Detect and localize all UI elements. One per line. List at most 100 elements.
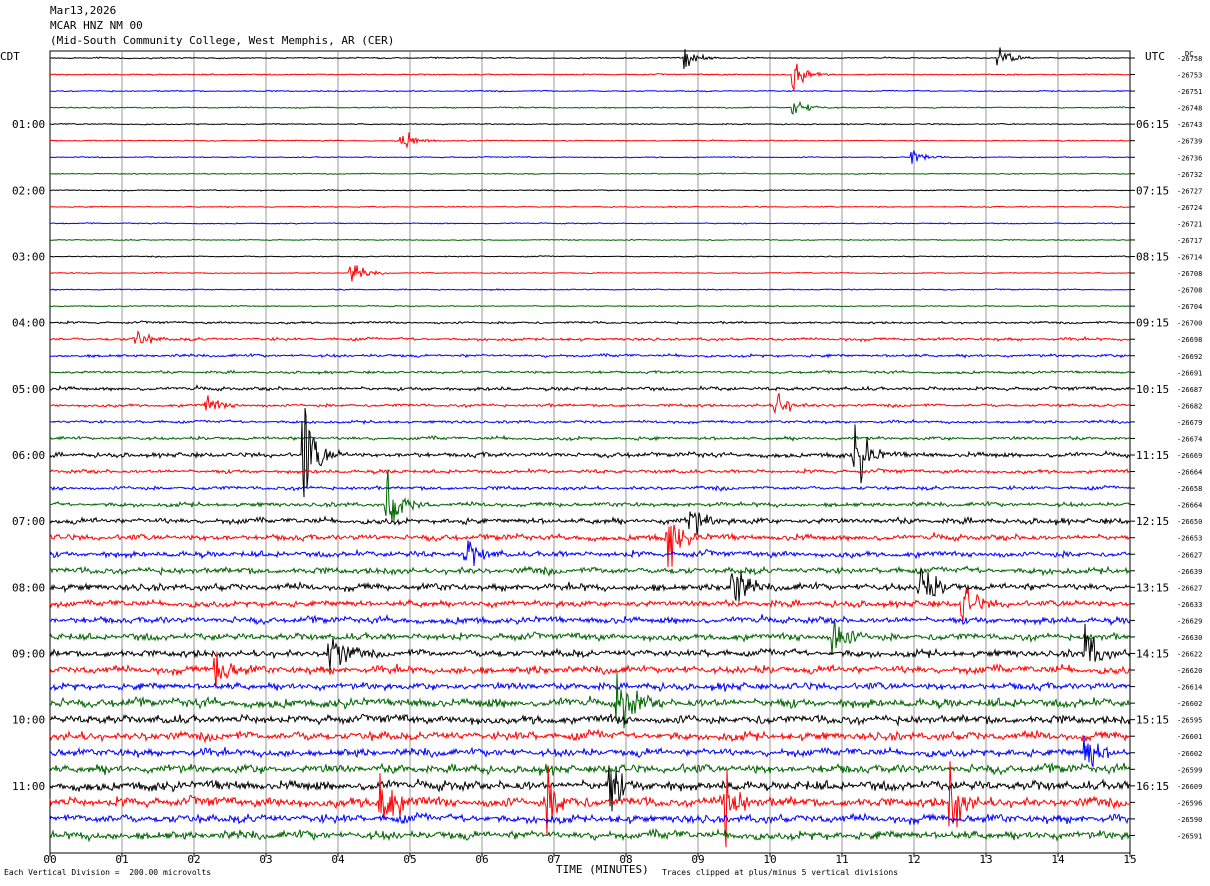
seismic-trace <box>49 63 1131 92</box>
seismic-trace <box>49 172 1131 176</box>
left-hour-label: 10:00 <box>12 714 45 727</box>
seismic-trace <box>49 587 1131 622</box>
seismic-trace <box>49 622 1131 655</box>
seismic-trace <box>49 122 1131 126</box>
left-hour-label: 08:00 <box>12 581 45 594</box>
seismic-trace <box>49 89 1131 93</box>
seismic-trace <box>49 467 1131 475</box>
dc-offset-label: -26630 <box>1177 634 1202 642</box>
seismic-trace <box>49 384 1130 392</box>
seismic-trace <box>49 238 1131 242</box>
x-tick-label: 00 <box>43 853 56 866</box>
seismic-trace <box>49 728 1131 744</box>
x-tick-label: 01 <box>115 853 128 866</box>
dc-offset-label: -26620 <box>1177 667 1202 675</box>
x-tick-label: 05 <box>403 853 416 866</box>
left-hour-label: 02:00 <box>12 184 45 197</box>
dc-offset-label: -26650 <box>1177 518 1202 526</box>
dc-offset-label: -26691 <box>1177 369 1202 377</box>
x-tick-label: 15 <box>1123 853 1136 866</box>
dc-offset-label: -26751 <box>1177 88 1202 96</box>
dc-offset-label: -26629 <box>1177 617 1202 625</box>
dc-offset-label: -26753 <box>1177 72 1202 80</box>
right-hour-label: 15:15 <box>1136 714 1169 727</box>
seismic-trace <box>49 811 1131 825</box>
left-hour-label: 05:00 <box>12 383 45 396</box>
seismic-trace <box>49 100 1131 115</box>
seismic-trace <box>49 304 1130 308</box>
seismic-trace <box>49 469 1131 522</box>
right-hour-label: 13:15 <box>1136 581 1169 594</box>
dc-offset-label: -26700 <box>1177 320 1202 328</box>
helicorder-plot: 00 01 02 03 04 05 06 07 08 09 10 11 12 13 14 15-26758-2… <box>12 47 1202 866</box>
dc-offset-label: -26627 <box>1177 551 1202 559</box>
seismic-trace <box>49 827 1131 843</box>
dc-offset-label: -26622 <box>1177 651 1202 659</box>
x-axis-title: TIME (MINUTES) <box>556 863 649 876</box>
dc-offset-label: -26732 <box>1177 171 1202 179</box>
seismic-trace <box>49 434 1131 443</box>
dc-offset-label: -26591 <box>1177 832 1202 840</box>
left-hour-label: 09:00 <box>12 648 45 661</box>
dc-offset-label: -26614 <box>1177 684 1202 692</box>
dc-offset-label: -26721 <box>1177 220 1202 228</box>
dc-offset-label: -26687 <box>1177 386 1202 394</box>
dc-offset-label: -26653 <box>1177 535 1202 543</box>
dc-offset-label: -26669 <box>1177 452 1202 460</box>
right-hour-label: 12:15 <box>1136 515 1169 528</box>
seismic-trace <box>49 762 1131 776</box>
seismic-trace <box>49 567 1131 602</box>
dc-offset-label: -26596 <box>1177 799 1202 807</box>
seismic-trace <box>49 623 1131 670</box>
seismic-trace <box>49 393 1131 415</box>
dc-offset-label: -26639 <box>1177 568 1202 576</box>
seismic-trace <box>49 205 1131 209</box>
dc-offset-label: -26682 <box>1177 402 1202 410</box>
dc-offset-label: -26602 <box>1177 750 1202 758</box>
right-hour-label: 10:15 <box>1136 383 1169 396</box>
dc-offset-label: -26602 <box>1177 700 1202 708</box>
left-hour-label: 06:00 <box>12 449 45 462</box>
dc-offset-label: -26724 <box>1177 204 1202 212</box>
dc-offset-label: -26743 <box>1177 121 1202 129</box>
x-tick-label: 06 <box>475 853 488 866</box>
seismic-trace <box>49 320 1131 325</box>
x-tick-label: 03 <box>259 853 272 866</box>
clip-footnote: Traces clipped at plus/minus 5 vertical … <box>662 868 899 877</box>
seismic-trace <box>49 511 1131 536</box>
left-hour-label: 07:00 <box>12 515 45 528</box>
seismic-trace <box>49 222 1130 225</box>
seismic-trace <box>49 613 1131 627</box>
seismic-trace <box>49 132 1131 149</box>
dc-offset-label: -26664 <box>1177 502 1202 510</box>
seismic-trace <box>49 149 1131 164</box>
x-tick-label: 02 <box>187 853 200 866</box>
x-tick-label: 10 <box>763 853 776 866</box>
trace-layer <box>49 47 1131 848</box>
dc-offset-label: -26739 <box>1177 138 1202 146</box>
right-hour-label: 14:15 <box>1136 648 1169 661</box>
label-layer: 00 01 02 03 04 05 06 07 08 09 10 11 12 13 14 15-26758-2… <box>12 50 1202 866</box>
dc-offset-label: -26609 <box>1177 783 1202 791</box>
dc-offset-label: -26704 <box>1177 303 1202 311</box>
seismic-trace <box>49 484 1131 492</box>
dc-offset-label: -26627 <box>1177 584 1202 592</box>
x-tick-label: 14 <box>1051 853 1065 866</box>
seismic-trace <box>49 735 1131 768</box>
right-hour-label: 16:15 <box>1136 780 1169 793</box>
dc-offset-label: -26674 <box>1177 435 1202 443</box>
seismic-trace <box>49 524 1131 568</box>
x-tick-label: 12 <box>907 853 920 866</box>
dc-offset-label: -26717 <box>1177 237 1202 245</box>
left-hour-label: 11:00 <box>12 780 45 793</box>
dc-offset-label: -26664 <box>1177 469 1202 477</box>
right-hour-label: 07:15 <box>1136 184 1169 197</box>
dc-offset-label: -26727 <box>1177 187 1202 195</box>
dc-offset-label: -26679 <box>1177 419 1202 427</box>
seismic-trace <box>49 680 1131 693</box>
seismic-trace <box>49 369 1130 376</box>
x-tick-label: 04 <box>331 853 345 866</box>
seismic-trace <box>49 265 1131 282</box>
right-hour-label: 09:15 <box>1136 317 1169 330</box>
seismic-trace <box>49 418 1131 425</box>
